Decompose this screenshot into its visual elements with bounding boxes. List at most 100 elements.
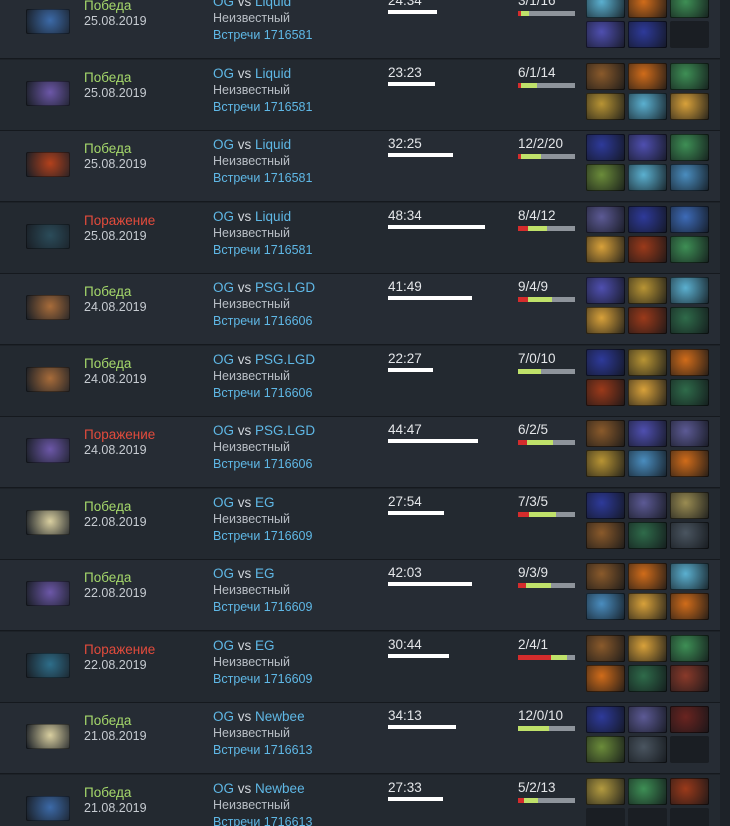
match-row-7[interactable]: Поражение 24.08.2019 OG vs PSG.LGD Неизв… [0, 417, 720, 488]
hero-portrait-tusk[interactable] [26, 724, 70, 749]
team2-link[interactable]: Liquid [255, 137, 291, 152]
match-row-1[interactable]: Победа 25.08.2019 OG vs Liquid Неизвестн… [0, 0, 720, 59]
team1-link[interactable]: OG [213, 423, 234, 438]
team2-link[interactable]: Liquid [255, 0, 291, 9]
item-arcane-icon[interactable] [670, 164, 709, 191]
item-blink-icon[interactable] [628, 21, 667, 48]
match-link[interactable]: Встречи 1716609 [213, 529, 312, 543]
item-aether-icon[interactable] [670, 563, 709, 590]
item-euls-icon[interactable] [586, 205, 625, 233]
match-row-11[interactable]: Победа 21.08.2019 OG vs Newbee Неизвестн… [0, 703, 720, 774]
item-glimmer-icon[interactable] [586, 235, 625, 263]
match-row-6[interactable]: Победа 24.08.2019 OG vs PSG.LGD Неизвест… [0, 345, 720, 417]
item-blink-icon[interactable] [586, 348, 625, 376]
item-dagon-icon[interactable] [670, 235, 709, 263]
item-euls-icon[interactable] [628, 491, 667, 519]
item-dagon-icon[interactable] [628, 777, 667, 805]
item-radiance-icon[interactable] [628, 0, 667, 18]
match-row-12[interactable]: Победа 21.08.2019 OG vs Newbee Неизвестн… [0, 774, 720, 826]
item-aether-icon[interactable] [586, 0, 625, 18]
item-aether-icon[interactable] [670, 277, 709, 304]
item-blink-icon[interactable] [586, 134, 625, 161]
item-vanguard-icon[interactable] [586, 777, 625, 805]
item-euls-icon[interactable] [670, 420, 709, 447]
team1-link[interactable]: OG [213, 709, 234, 724]
item-urn-icon[interactable] [628, 235, 667, 263]
item-blademail-icon[interactable] [628, 521, 667, 549]
match-row-4[interactable]: Поражение 25.08.2019 OG vs Liquid Неизве… [0, 202, 720, 274]
item-boots-icon[interactable] [586, 634, 625, 662]
team2-link[interactable]: PSG.LGD [255, 352, 315, 367]
item-radiance-icon[interactable] [586, 664, 625, 692]
match-row-9[interactable]: Победа 22.08.2019 OG vs EG Неизвестный В… [0, 560, 720, 631]
hero-portrait-twins[interactable] [26, 366, 70, 392]
item-blink-icon[interactable] [586, 706, 625, 733]
item-arcane-icon[interactable] [586, 593, 625, 620]
item-aghs-icon[interactable] [670, 205, 709, 233]
item-glimmer-icon[interactable] [628, 593, 667, 620]
team2-link[interactable]: Liquid [255, 209, 291, 224]
hero-portrait-ember[interactable] [26, 152, 70, 177]
item-blackking-icon[interactable] [670, 706, 709, 733]
item-dagon-icon[interactable] [670, 134, 709, 161]
item-arcane-icon[interactable] [628, 450, 667, 477]
hero-portrait-faceless[interactable] [26, 223, 70, 249]
item-radiance-icon[interactable] [670, 348, 709, 376]
item-radiance-icon[interactable] [628, 563, 667, 590]
team1-link[interactable]: OG [213, 781, 234, 796]
match-row-2[interactable]: Победа 25.08.2019 OG vs Liquid Неизвестн… [0, 59, 720, 131]
item-mekansm-icon[interactable] [586, 450, 625, 477]
team1-link[interactable]: OG [213, 0, 234, 9]
item-boots-icon[interactable] [586, 521, 625, 549]
match-link[interactable]: Встречи 1716609 [213, 600, 312, 614]
item-urn-icon[interactable] [670, 777, 709, 805]
item-radiance-icon[interactable] [670, 450, 709, 477]
item-tango-icon[interactable] [586, 736, 625, 763]
item-dagon-icon[interactable] [670, 0, 709, 18]
match-link[interactable]: Встречи 1716613 [213, 743, 312, 757]
item-glimmer-icon[interactable] [628, 378, 667, 406]
team2-link[interactable]: EG [255, 495, 275, 510]
team1-link[interactable]: OG [213, 209, 234, 224]
item-dagger-icon[interactable] [628, 736, 667, 763]
team2-link[interactable]: Liquid [255, 66, 291, 81]
item-urn-icon[interactable] [586, 378, 625, 406]
team1-link[interactable]: OG [213, 566, 234, 581]
team1-link[interactable]: OG [213, 66, 234, 81]
match-row-8[interactable]: Победа 22.08.2019 OG vs EG Неизвестный В… [0, 488, 720, 560]
match-link[interactable]: Встречи 1716581 [213, 28, 312, 42]
hero-portrait-void-spirit[interactable] [26, 438, 70, 463]
item-dagon-icon[interactable] [670, 634, 709, 662]
item-force-icon[interactable] [670, 664, 709, 692]
hero-portrait-void-spirit[interactable] [26, 80, 70, 106]
item-boots-icon[interactable] [586, 62, 625, 90]
match-link[interactable]: Встречи 1716609 [213, 672, 312, 686]
team2-link[interactable]: PSG.LGD [255, 423, 315, 438]
team2-link[interactable]: EG [255, 638, 275, 653]
item-aether-icon[interactable] [628, 92, 667, 120]
match-link[interactable]: Встречи 1716581 [213, 243, 312, 257]
item-aether-icon[interactable] [628, 164, 667, 191]
item-wand-icon[interactable] [670, 491, 709, 519]
match-link[interactable]: Встречи 1716606 [213, 314, 312, 328]
match-link[interactable]: Встречи 1716581 [213, 100, 312, 114]
team1-link[interactable]: OG [213, 280, 234, 295]
team1-link[interactable]: OG [213, 137, 234, 152]
team2-link[interactable]: Newbee [255, 709, 305, 724]
item-blademail-icon[interactable] [628, 664, 667, 692]
item-blademail-icon[interactable] [670, 307, 709, 334]
item-staff-icon[interactable] [586, 277, 625, 304]
item-blink-icon[interactable] [628, 205, 667, 233]
team2-link[interactable]: Newbee [255, 781, 305, 796]
team2-link[interactable]: EG [255, 566, 275, 581]
item-boots-icon[interactable] [586, 420, 625, 447]
item-mekansm-icon[interactable] [628, 348, 667, 376]
item-staff-icon[interactable] [586, 21, 625, 48]
match-row-10[interactable]: Поражение 22.08.2019 OG vs EG Неизвестны… [0, 631, 720, 703]
item-staff-icon[interactable] [628, 420, 667, 447]
hero-portrait-tusk[interactable] [26, 509, 70, 535]
match-link[interactable]: Встречи 1716581 [213, 171, 312, 185]
hero-portrait-zeus[interactable] [26, 795, 70, 821]
team1-link[interactable]: OG [213, 352, 234, 367]
team1-link[interactable]: OG [213, 495, 234, 510]
